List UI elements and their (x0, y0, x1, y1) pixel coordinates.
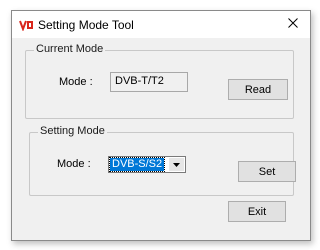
setting-mode-tool-window: Setting Mode Tool Current Mode Mode : DV… (11, 10, 311, 241)
read-button[interactable]: Read (228, 79, 288, 100)
exit-button[interactable]: Exit (228, 201, 286, 222)
setting-mode-legend: Setting Mode (38, 125, 107, 137)
mode-select[interactable]: DVB-S/S2 (108, 156, 186, 173)
current-mode-value: DVB-T/T2 (110, 72, 188, 92)
window-title: Setting Mode Tool (38, 18, 134, 32)
mode-select-value: DVB-S/S2 (108, 157, 166, 172)
current-mode-legend: Current Mode (34, 43, 106, 55)
setting-mode-label: Mode : (57, 158, 91, 170)
close-button[interactable] (276, 11, 310, 38)
setting-mode-group: Setting Mode Mode : DVB-S/S2 Set (29, 125, 296, 196)
close-icon (288, 18, 298, 31)
current-mode-label: Mode : (59, 76, 93, 88)
current-mode-group: Current Mode Mode : DVB-T/T2 Read (25, 43, 294, 119)
title-bar[interactable]: Setting Mode Tool (12, 11, 310, 38)
chevron-down-icon[interactable] (169, 158, 184, 171)
set-button[interactable]: Set (238, 161, 296, 182)
app-logo-icon (19, 19, 34, 32)
